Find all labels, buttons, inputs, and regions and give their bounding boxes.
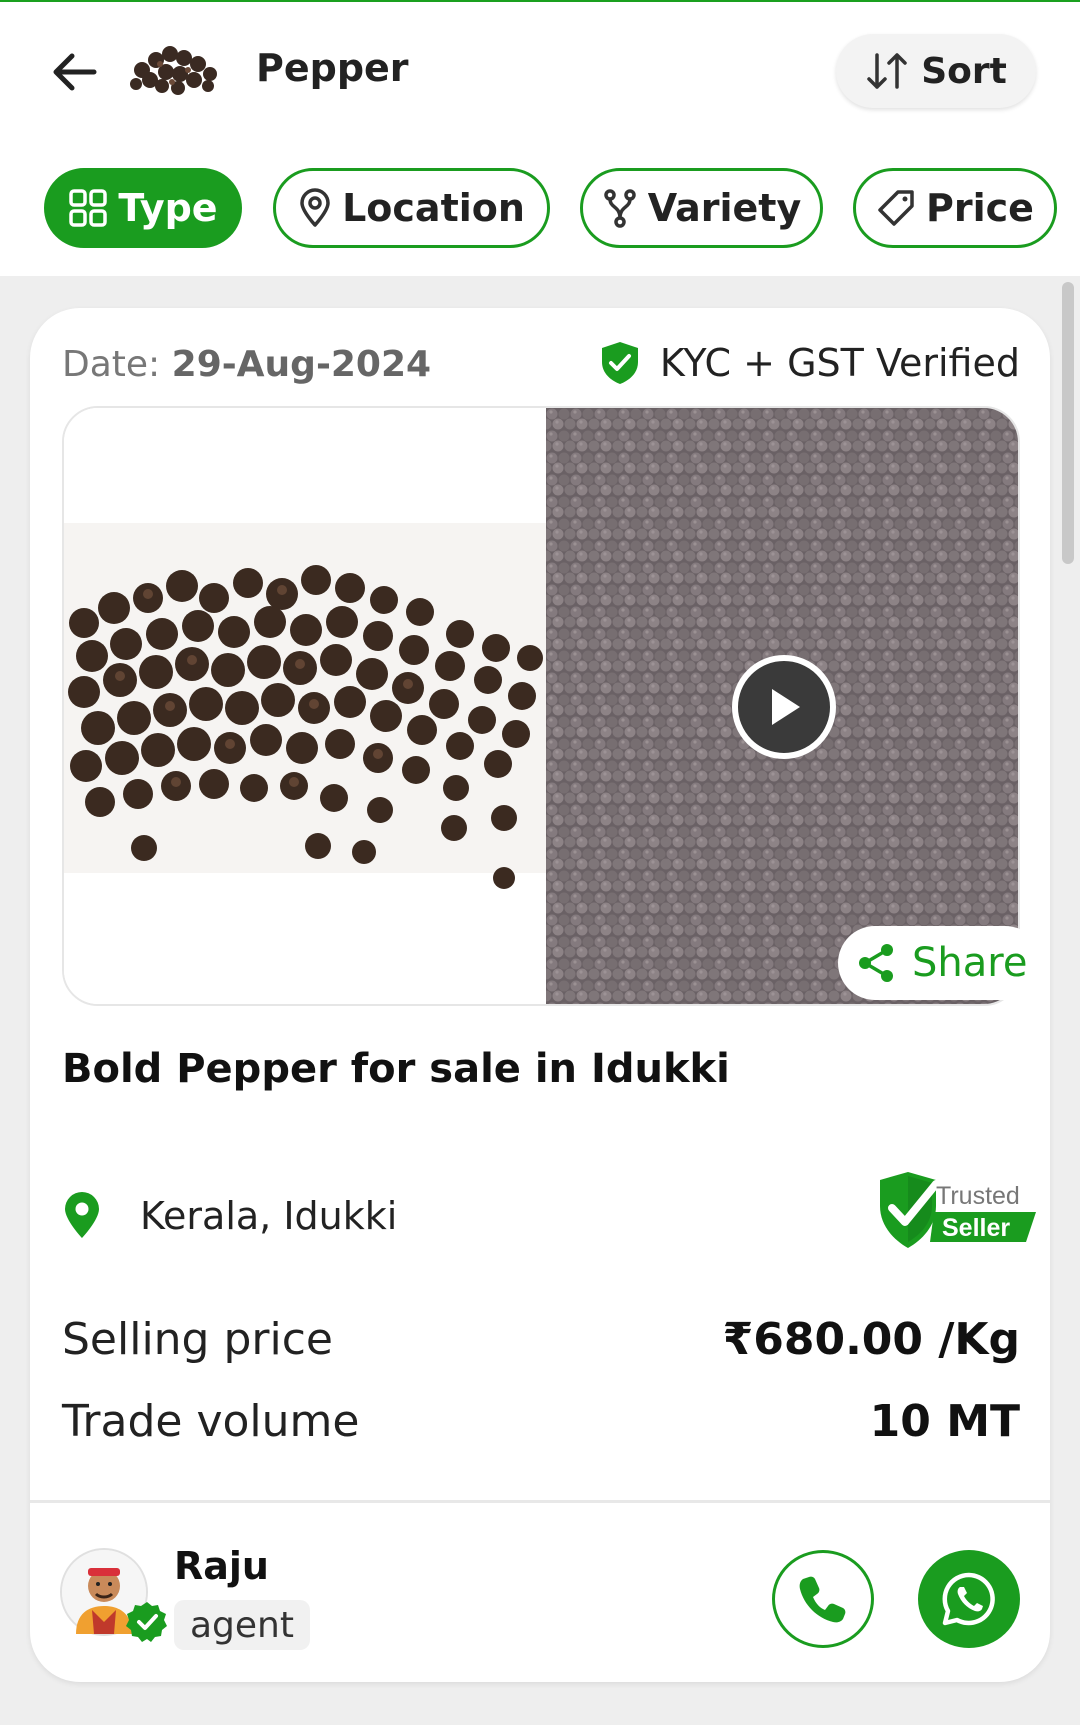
location-label: Kerala, Idukki: [140, 1194, 398, 1238]
filter-chip-price[interactable]: Price: [853, 168, 1057, 248]
play-icon: [772, 689, 800, 725]
listing-media[interactable]: [62, 406, 1020, 1006]
verified-badge-icon: [126, 1602, 167, 1642]
listing-date: Date: 29-Aug-2024: [62, 344, 431, 385]
share-button[interactable]: Share: [838, 926, 1042, 1000]
verification-label: KYC + GST Verified: [659, 341, 1020, 385]
selling-price-label: Selling price: [62, 1314, 333, 1365]
share-label: Share: [912, 940, 1028, 986]
share-icon: [859, 944, 893, 982]
verification-status: KYC + GST Verified: [598, 340, 1020, 386]
filter-chip-type[interactable]: Type: [44, 168, 242, 248]
listing-title: Bold Pepper for sale in Idukki: [62, 1046, 730, 1092]
trusted-seller-badge: Trusted Seller: [880, 1172, 1036, 1248]
filter-chip-label: Location: [342, 186, 525, 230]
seller-role-badge: agent: [174, 1600, 310, 1650]
back-button[interactable]: [44, 42, 104, 102]
filter-chip-location[interactable]: Location: [273, 168, 550, 248]
seller-text: Seller: [942, 1214, 1010, 1242]
shield-check-icon: [601, 342, 638, 384]
card-divider: [30, 1500, 1050, 1503]
map-pin-icon: [300, 188, 330, 227]
selling-price-value: ₹680.00 /Kg: [722, 1314, 1020, 1365]
listing-location: Kerala, Idukki: [62, 1192, 397, 1240]
arrow-left-icon: [53, 53, 97, 91]
date-label: Date:: [62, 344, 161, 385]
branch-icon: [604, 189, 636, 228]
trade-volume-label: Trade volume: [62, 1396, 360, 1447]
whatsapp-button[interactable]: [918, 1550, 1020, 1648]
sort-label: Sort: [921, 50, 1007, 92]
sort-icon: [867, 53, 907, 89]
header: Pepper Sort Type Location Variety Price: [0, 2, 1080, 276]
listing-card[interactable]: Date: 29-Aug-2024 KYC + GST Verified Sha…: [30, 308, 1050, 1682]
filter-chip-label: Variety: [647, 186, 802, 230]
whatsapp-icon: [942, 1572, 995, 1626]
sort-button[interactable]: Sort: [836, 34, 1036, 108]
play-video-button[interactable]: [732, 655, 836, 759]
seller-name: Raju: [174, 1544, 269, 1588]
trade-volume-row: Trade volume 10 MT: [62, 1396, 1020, 1447]
call-button[interactable]: [772, 1550, 874, 1648]
date-value: 29-Aug-2024: [171, 344, 432, 385]
location-pin-icon: [65, 1192, 99, 1238]
tag-icon: [878, 190, 914, 226]
pepper-thumbnail: [130, 46, 217, 95]
selling-price-row: Selling price ₹680.00 /Kg: [62, 1314, 1020, 1365]
page-title: Pepper: [256, 46, 409, 90]
grid-icon: [69, 189, 108, 227]
pepper-photo: [64, 408, 546, 1004]
scrollbar[interactable]: [1062, 282, 1074, 564]
filter-chip-label: Price: [926, 186, 1034, 230]
trade-volume-value: 10 MT: [869, 1396, 1020, 1447]
filter-chip-variety[interactable]: Variety: [580, 168, 823, 248]
phone-icon: [799, 1576, 846, 1623]
trusted-text: Trusted: [936, 1182, 1020, 1210]
filter-chip-label: Type: [118, 186, 218, 230]
